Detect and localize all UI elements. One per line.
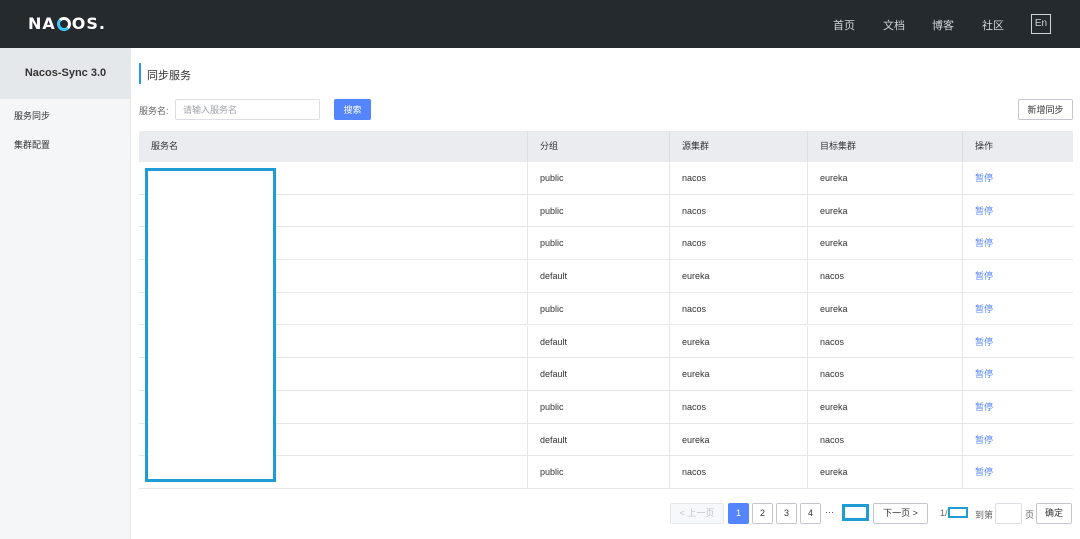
nav-home[interactable]: 首页 xyxy=(833,17,855,33)
redacted-service-names xyxy=(145,168,276,482)
cell-action: 暂停 xyxy=(963,326,1073,358)
search-button[interactable]: 搜索 xyxy=(334,99,371,120)
cell-action: 暂停 xyxy=(963,424,1073,456)
column-header-action: 操作 xyxy=(975,141,994,151)
service-name-search-input[interactable] xyxy=(175,99,320,120)
table-row: default eureka nacos 暂停 xyxy=(139,260,1073,293)
nacos-logo[interactable]: NA OS. xyxy=(28,14,106,33)
next-page-button[interactable]: 下一页 > xyxy=(873,503,928,524)
cell-source-cluster: nacos xyxy=(670,194,808,227)
page-unit-label: 页 xyxy=(1025,510,1035,520)
column-header-service-name: 服务名 xyxy=(139,131,528,162)
pause-sync-link[interactable]: 暂停 xyxy=(975,467,993,477)
cell-group: default xyxy=(528,358,670,391)
pause-sync-link[interactable]: 暂停 xyxy=(975,435,993,445)
pause-sync-link[interactable]: 暂停 xyxy=(975,173,993,183)
column-header-source-cluster: 源集群 xyxy=(670,131,808,162)
cell-action: 暂停 xyxy=(963,227,1073,259)
table-header: 服务名 分组 源集群 目标集群 操作 xyxy=(139,131,1073,162)
page-2-button[interactable]: 2 xyxy=(752,503,773,524)
cell-target-cluster: eureka xyxy=(808,162,963,194)
pause-sync-link[interactable]: 暂停 xyxy=(975,206,993,216)
redacted-last-page xyxy=(842,504,869,521)
cell-action: 暂停 xyxy=(963,260,1073,292)
pause-sync-link[interactable]: 暂停 xyxy=(975,304,993,314)
logo-ring-icon xyxy=(56,17,71,31)
page-4-button[interactable]: 4 xyxy=(800,503,821,524)
sidebar-item-service-sync[interactable]: 服务同步 xyxy=(14,109,50,122)
table-row: default eureka nacos 暂停 xyxy=(139,423,1073,457)
nav-docs[interactable]: 文档 xyxy=(883,17,905,33)
cell-action: 暂停 xyxy=(963,391,1073,423)
search-label: 服务名: xyxy=(139,106,169,116)
cell-source-cluster: nacos xyxy=(670,390,808,423)
language-toggle[interactable]: En xyxy=(1031,14,1051,34)
goto-page-input[interactable] xyxy=(995,503,1022,524)
pagination-ellipsis: ··· xyxy=(825,507,834,517)
nav-community[interactable]: 社区 xyxy=(982,17,1004,33)
prev-page-button[interactable]: < 上一页 xyxy=(670,503,724,524)
pause-sync-link[interactable]: 暂停 xyxy=(975,402,993,412)
column-header-target-cluster: 目标集群 xyxy=(808,131,963,162)
cell-group: default xyxy=(528,325,670,358)
cell-source-cluster: eureka xyxy=(670,325,808,358)
cell-target-cluster: nacos xyxy=(808,260,963,293)
redacted-total-pages xyxy=(948,507,968,518)
cell-target-cluster: nacos xyxy=(808,325,963,358)
cell-source-cluster: nacos xyxy=(670,162,808,194)
goto-confirm-button[interactable]: 确定 xyxy=(1036,503,1072,524)
page-title: 同步服务 xyxy=(147,70,191,82)
pause-sync-link[interactable]: 暂停 xyxy=(975,238,993,248)
cell-target-cluster: eureka xyxy=(808,390,963,423)
add-sync-button[interactable]: 新增同步 xyxy=(1018,99,1073,120)
cell-group: public xyxy=(528,227,670,260)
cell-action: 暂停 xyxy=(963,358,1073,390)
table-row: public nacos eureka 暂停 xyxy=(139,390,1073,424)
cell-source-cluster: eureka xyxy=(670,423,808,456)
top-navbar: NA OS. 首页 文档 博客 社区 En xyxy=(0,0,1080,48)
table-row: default eureka nacos 暂停 xyxy=(139,358,1073,391)
column-header-group: 分组 xyxy=(528,131,670,162)
cell-group: public xyxy=(528,194,670,227)
cell-target-cluster: nacos xyxy=(808,358,963,391)
cell-target-cluster: eureka xyxy=(808,292,963,325)
cell-source-cluster: nacos xyxy=(670,292,808,325)
nav-blog[interactable]: 博客 xyxy=(932,17,954,33)
cell-group: public xyxy=(528,162,670,194)
table-row: public nacos eureka 暂停 xyxy=(139,227,1073,261)
page-3-button[interactable]: 3 xyxy=(776,503,797,524)
sidebar-item-cluster-config[interactable]: 集群配置 xyxy=(14,138,50,151)
cell-source-cluster: eureka xyxy=(670,260,808,293)
table-row: default eureka nacos 暂停 xyxy=(139,325,1073,359)
cell-group: default xyxy=(528,423,670,456)
cell-target-cluster: eureka xyxy=(808,227,963,260)
cell-action: 暂停 xyxy=(963,456,1073,488)
table-row: public nacos eureka 暂停 xyxy=(139,292,1073,326)
table-row: public nacos eureka 暂停 xyxy=(139,162,1073,195)
cell-group: public xyxy=(528,456,670,489)
goto-label: 到第 xyxy=(975,510,994,520)
table-row: public nacos eureka 暂停 xyxy=(139,194,1073,228)
pause-sync-link[interactable]: 暂停 xyxy=(975,369,993,379)
cell-target-cluster: eureka xyxy=(808,456,963,489)
cell-target-cluster: eureka xyxy=(808,194,963,227)
cell-action: 暂停 xyxy=(963,162,1073,194)
cell-target-cluster: nacos xyxy=(808,423,963,456)
current-page-indicator: 1/ xyxy=(940,508,948,518)
cell-group: public xyxy=(528,292,670,325)
sidebar: Nacos-Sync 3.0 服务同步 集群配置 xyxy=(0,48,131,539)
cell-group: public xyxy=(528,390,670,423)
table-row: public nacos eureka 暂停 xyxy=(139,456,1073,489)
sidebar-title: Nacos-Sync 3.0 xyxy=(0,48,131,99)
cell-group: default xyxy=(528,260,670,293)
page-1-button[interactable]: 1 xyxy=(728,503,749,524)
title-accent-bar xyxy=(139,63,141,84)
pause-sync-link[interactable]: 暂停 xyxy=(975,271,993,281)
cell-action: 暂停 xyxy=(963,195,1073,227)
cell-source-cluster: nacos xyxy=(670,456,808,489)
cell-source-cluster: eureka xyxy=(670,358,808,391)
cell-source-cluster: nacos xyxy=(670,227,808,260)
pause-sync-link[interactable]: 暂停 xyxy=(975,337,993,347)
cell-action: 暂停 xyxy=(963,293,1073,325)
